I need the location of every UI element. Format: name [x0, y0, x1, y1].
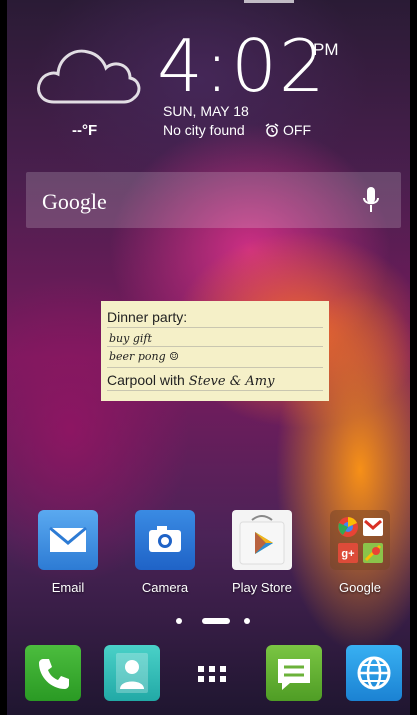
messaging-icon [278, 659, 310, 690]
dock-messaging[interactable] [266, 645, 322, 701]
dock-app-drawer[interactable] [184, 645, 240, 701]
note-divider [107, 346, 323, 347]
page-dot-active [202, 618, 230, 624]
note-divider [107, 327, 323, 328]
app-label: Google [339, 580, 381, 595]
cloud-icon [37, 49, 141, 104]
app-play-store[interactable]: Play Store [222, 510, 302, 595]
clock-city: No city found [163, 122, 245, 138]
google-search-bar[interactable]: Google [26, 172, 401, 228]
app-email[interactable]: Email [28, 510, 108, 595]
note-divider [107, 367, 323, 368]
note-title: Dinner party: [107, 309, 188, 325]
clock-ampm: PM [313, 40, 339, 59]
app-label: Play Store [232, 580, 292, 595]
screen-bezel-left [0, 0, 7, 715]
page-dot [176, 618, 182, 624]
weather-widget[interactable]: --°F [32, 40, 150, 139]
page-dot [244, 618, 250, 624]
memo-note-widget[interactable]: Dinner party: buy gift beer pong ☺ Carpo… [101, 301, 329, 401]
status-indicator [244, 0, 294, 3]
contacts-icon [116, 653, 148, 693]
app-folder-google[interactable]: g+ Google [320, 510, 400, 595]
mic-icon[interactable] [361, 185, 381, 215]
note-divider [107, 390, 323, 391]
dock-browser[interactable] [346, 645, 402, 701]
search-label: Google [42, 189, 107, 214]
note-line: beer pong ☺ [109, 350, 179, 363]
clock-date: SUN, MAY 18 [163, 103, 249, 119]
browser-icon [357, 656, 391, 690]
app-drawer-icon [198, 666, 226, 682]
clock-widget[interactable]: 4:02 PM SUN, MAY 18 No city found OFF [157, 24, 339, 138]
google-folder-icon: g+ [330, 510, 390, 570]
screen-bezel-right [410, 0, 417, 715]
note-line: Carpool with Steve & Amy [107, 372, 274, 389]
note-text: Carpool with [107, 372, 189, 388]
camera-icon [135, 510, 195, 570]
note-line: buy gift [109, 332, 152, 345]
dock-phone[interactable] [25, 645, 81, 701]
svg-text:g+: g+ [341, 548, 354, 560]
alarm-status[interactable]: OFF [265, 122, 311, 138]
alarm-label: OFF [283, 122, 311, 138]
note-handwriting: Steve & Amy [188, 374, 275, 389]
email-icon [38, 510, 98, 570]
dock-contacts[interactable] [104, 645, 160, 701]
phone-icon [39, 659, 69, 689]
clock-time: 4:02 [157, 24, 327, 108]
page-indicator [172, 615, 252, 627]
temperature: --°F [72, 122, 98, 139]
app-label: Email [51, 580, 85, 595]
play-store-icon [232, 510, 292, 570]
alarm-clock-icon [265, 123, 279, 137]
app-label: Camera [141, 580, 189, 595]
app-camera[interactable]: Camera [125, 510, 205, 595]
